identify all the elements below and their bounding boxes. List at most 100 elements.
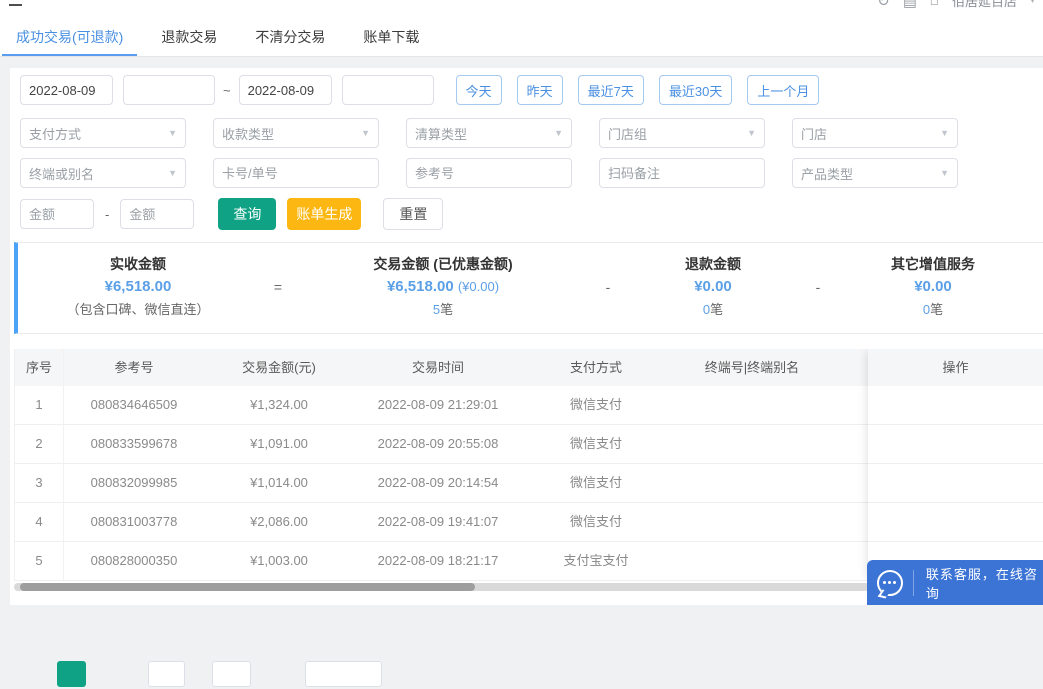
generate-bill-button[interactable]: 账单生成: [287, 198, 361, 230]
cell-seq: 1: [15, 386, 64, 424]
reference-number-input[interactable]: [406, 158, 572, 188]
pagination-page[interactable]: [148, 661, 185, 687]
cell-seq: 5: [15, 542, 64, 580]
quick-today-button[interactable]: 今天: [456, 75, 502, 105]
reset-button[interactable]: 重置: [383, 198, 443, 230]
pagination: [10, 661, 1043, 689]
cell-ref: 080833599678: [64, 425, 204, 463]
pagination-page[interactable]: [212, 661, 251, 687]
amount-range-separator: -: [105, 207, 109, 222]
cell-method: 微信支付: [522, 386, 670, 424]
pagination-size-select[interactable]: [305, 661, 382, 687]
quick-lastmonth-button[interactable]: 上一个月: [747, 75, 819, 105]
settlement-type-placeholder: 清算类型: [415, 124, 467, 143]
amount-min-input[interactable]: [20, 199, 94, 229]
main-panel: ~ 今天 昨天 最近7天 最近30天 上一个月 支付方式 ▼ 收款类型 ▼ 清算…: [10, 68, 1043, 605]
summary-strip: 实收金额 ¥6,518.00 （包含口碑、微信直连） = 交易金额 (已优惠金额…: [14, 242, 1043, 334]
menu-collapse-icon[interactable]: [9, 4, 22, 6]
summary-transaction-amount: 交易金额 (已优惠金额) ¥6,518.00 (¥0.00) 5笔: [298, 249, 588, 325]
header-time: 交易时间: [354, 349, 522, 386]
quick-yesterday-button[interactable]: 昨天: [517, 75, 563, 105]
store-group-placeholder: 门店组: [608, 124, 647, 143]
calendar-icon[interactable]: ▤: [903, 0, 917, 10]
payment-method-placeholder: 支付方式: [29, 124, 81, 143]
fixed-operation-column: 操作: [868, 349, 1043, 581]
cell-method: 支付宝支付: [522, 542, 670, 580]
cell-operation: [868, 464, 1043, 503]
cell-method: 微信支付: [522, 503, 670, 541]
cell-method: 微信支付: [522, 464, 670, 502]
chevron-down-icon: ▼: [554, 128, 563, 138]
chat-bubble-icon: [877, 570, 903, 596]
cell-operation: [868, 425, 1043, 464]
store-group-select[interactable]: 门店组 ▼: [599, 118, 765, 148]
store-selector[interactable]: 佰居延百店: [952, 0, 1017, 10]
tab-bill-download[interactable]: 账单下载: [353, 18, 429, 56]
received-amount-value: ¥6,518.00: [105, 275, 172, 299]
tab-success-transactions[interactable]: 成功交易(可退款): [6, 18, 133, 56]
minus-operator: -: [588, 249, 628, 325]
refund-amount-label: 退款金额: [685, 253, 741, 275]
settlement-type-select[interactable]: 清算类型 ▼: [406, 118, 572, 148]
chevron-down-icon: ▼: [747, 128, 756, 138]
cell-ref: 080831003778: [64, 503, 204, 541]
cell-time: 2022-08-09 20:55:08: [354, 425, 522, 463]
cell-terminal: [670, 503, 834, 541]
cell-terminal: [670, 425, 834, 463]
end-time-input[interactable]: [342, 75, 434, 105]
chevron-down-icon: ▼: [168, 128, 177, 138]
chevron-down-icon: ▼: [940, 168, 949, 178]
divider: [913, 570, 914, 596]
terminal-alias-select[interactable]: 终端或别名 ▼: [20, 158, 186, 188]
start-time-input[interactable]: [123, 75, 215, 105]
payment-method-select[interactable]: 支付方式 ▼: [20, 118, 186, 148]
transaction-amount-label: 交易金额 (已优惠金额): [373, 253, 512, 275]
search-button[interactable]: 查询: [218, 198, 276, 230]
tab-refund-transactions[interactable]: 退款交易: [151, 18, 227, 56]
other-services-label: 其它增值服务: [891, 253, 975, 275]
top-bar: ↻ ▤ ⌂ 佰居延百店 ▾: [0, 0, 1043, 18]
cell-seq: 4: [15, 503, 64, 541]
received-amount-label: 实收金额: [110, 253, 166, 275]
cell-terminal: [670, 386, 834, 424]
amount-max-input[interactable]: [120, 199, 194, 229]
cell-amount: ¥1,091.00: [204, 425, 354, 463]
tab-unsettled-transactions[interactable]: 不清分交易: [245, 18, 335, 56]
quick-last30days-button[interactable]: 最近30天: [659, 75, 732, 105]
cell-time: 2022-08-09 18:21:17: [354, 542, 522, 580]
store-select[interactable]: 门店 ▼: [792, 118, 958, 148]
cell-amount: ¥1,014.00: [204, 464, 354, 502]
collection-type-placeholder: 收款类型: [222, 124, 274, 143]
refresh-icon[interactable]: ↻: [877, 0, 890, 10]
cell-ref: 080834646509: [64, 386, 204, 424]
cell-amount: ¥1,324.00: [204, 386, 354, 424]
summary-received-amount: 实收金额 ¥6,518.00 （包含口碑、微信直连）: [18, 249, 258, 325]
header-seq: 序号: [15, 349, 64, 386]
start-date-input[interactable]: [20, 75, 113, 105]
other-services-count-unit: 笔: [930, 302, 943, 317]
cell-time: 2022-08-09 20:14:54: [354, 464, 522, 502]
collection-type-select[interactable]: 收款类型 ▼: [213, 118, 379, 148]
scan-note-input[interactable]: [599, 158, 765, 188]
chevron-down-icon: ▾: [1030, 0, 1035, 6]
cell-terminal: [670, 464, 834, 502]
minus-operator: -: [798, 249, 838, 325]
product-type-select[interactable]: 产品类型 ▼: [792, 158, 958, 188]
cell-operation: [868, 386, 1043, 425]
cell-seq: 2: [15, 425, 64, 463]
transactions-table: 序号 参考号 交易金额(元) 交易时间 支付方式 终端号|终端别名 门店 1 0…: [14, 349, 1043, 581]
quick-last7days-button[interactable]: 最近7天: [578, 75, 644, 105]
pagination-page-active[interactable]: [57, 661, 86, 687]
tab-bar: 成功交易(可退款) 退款交易 不清分交易 账单下载: [0, 18, 1043, 57]
cell-terminal: [670, 542, 834, 580]
discount-amount-value: (¥0.00): [458, 279, 499, 294]
home-icon[interactable]: ⌂: [930, 0, 939, 9]
store-placeholder: 门店: [801, 124, 827, 143]
card-number-input[interactable]: [213, 158, 379, 188]
contact-support-button[interactable]: 联系客服，在线咨询: [867, 560, 1043, 605]
scrollbar-thumb[interactable]: [20, 583, 475, 591]
cell-ref: 080832099985: [64, 464, 204, 502]
summary-other-services: 其它增值服务 ¥0.00 0笔: [838, 249, 1028, 325]
end-date-input[interactable]: [239, 75, 332, 105]
header-terminal: 终端号|终端别名: [670, 349, 834, 386]
